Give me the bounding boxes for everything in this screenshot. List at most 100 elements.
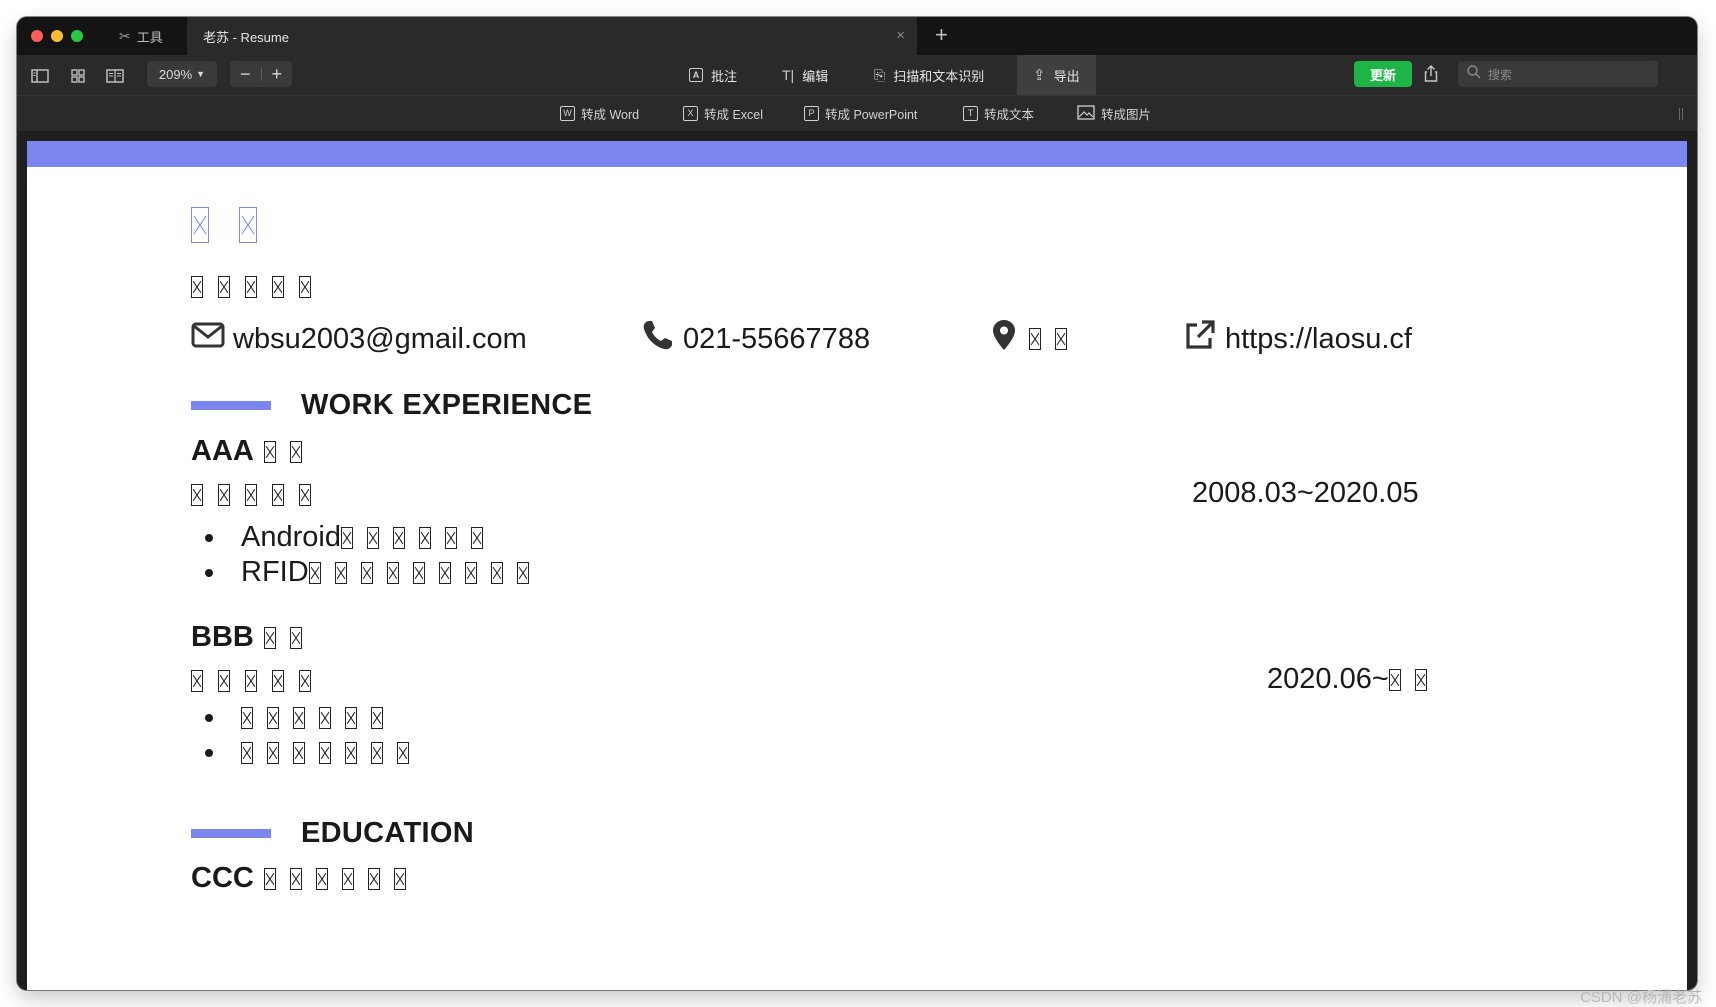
glyph: [1029, 328, 1041, 350]
text-icon: T: [963, 106, 978, 121]
glyph: [267, 707, 279, 729]
company-name: AAA: [191, 435, 254, 467]
glyph: [245, 276, 257, 298]
glyph: [367, 867, 380, 890]
glyph: [334, 561, 347, 584]
glyph: [1055, 328, 1067, 350]
job-bullet: [205, 742, 409, 764]
glyph: [293, 742, 305, 764]
glyph: [464, 561, 477, 584]
tools-icon: ✂: [119, 27, 131, 44]
zoom-in-button[interactable]: +: [262, 61, 293, 87]
convert-word-button[interactable]: W 转成 Word: [560, 96, 639, 131]
convert-word-label: 转成 Word: [581, 108, 640, 122]
search-icon: [1466, 64, 1482, 85]
maximize-window-button[interactable]: [71, 30, 83, 42]
company-name: BBB: [191, 621, 254, 653]
glyph: [245, 670, 257, 692]
contact-email: wbsu2003@gmail.com: [191, 319, 527, 359]
education-title: EDUCATION: [301, 817, 474, 849]
glyph: [1414, 668, 1427, 691]
name-glyph: [239, 207, 257, 243]
glyph: [345, 742, 357, 764]
glyph: [315, 867, 328, 890]
work-experience-heading: WORK EXPERIENCE: [191, 389, 592, 422]
glyph: [412, 561, 425, 584]
document-scan-icon: ⎘: [874, 66, 886, 83]
main-toolbar: 209% ▼ − + A 批注 T| 编辑 ⎘ 扫描和文本识别 ⇪ 导出 更新: [17, 55, 1697, 95]
envelope-icon: [191, 318, 225, 360]
edit-button[interactable]: T| 编辑: [782, 55, 828, 95]
update-button[interactable]: 更新: [1354, 61, 1412, 87]
convert-text-button[interactable]: T 转成文本: [963, 96, 1034, 131]
close-tab-icon[interactable]: ×: [896, 27, 905, 45]
toolbar-grip-handle[interactable]: [1679, 108, 1683, 120]
glyph: [299, 484, 311, 506]
glyph: [444, 526, 457, 549]
bullet-dot: [205, 714, 213, 722]
search-placeholder: 搜索: [1488, 67, 1513, 82]
resume-subtitle: [191, 276, 311, 298]
glyph: [319, 707, 331, 729]
update-label: 更新: [1369, 67, 1396, 83]
glyph: [371, 707, 383, 729]
tab-tools[interactable]: ✂ 工具: [119, 17, 163, 55]
job-company: AAA: [191, 435, 302, 468]
zoom-select[interactable]: 209% ▼: [147, 61, 217, 87]
glyph: [289, 867, 302, 890]
tab-document[interactable]: 老苏 - Resume ×: [187, 17, 917, 55]
chevron-down-icon: ▼: [196, 69, 206, 79]
watermark: CSDN @杨浦老苏: [1580, 989, 1702, 1006]
zoom-out-button[interactable]: −: [230, 61, 261, 87]
bullet-dot: [205, 568, 213, 577]
job-bullet: Android: [205, 521, 483, 554]
glyph: [319, 742, 331, 764]
minimize-window-button[interactable]: [51, 30, 63, 42]
convert-image-button[interactable]: 转成图片: [1077, 96, 1151, 131]
website-link[interactable]: https://laosu.cf: [1225, 323, 1412, 356]
thumbnail-grid-icon[interactable]: [67, 65, 89, 87]
export-button[interactable]: ⇪ 导出: [1017, 55, 1096, 95]
zoom-value: 209%: [158, 66, 193, 82]
contact-phone: 021-55667788: [641, 319, 870, 359]
sidebar-toggle-icon[interactable]: [29, 65, 51, 87]
work-experience-title: WORK EXPERIENCE: [301, 389, 593, 421]
close-window-button[interactable]: [31, 30, 43, 42]
share-icon[interactable]: [1421, 64, 1441, 84]
glyph: [386, 561, 399, 584]
glyph: [289, 626, 302, 649]
search-input[interactable]: 搜索: [1458, 61, 1658, 87]
resume-page: wbsu2003@gmail.com 021-55667788 https://…: [27, 141, 1687, 990]
convert-excel-label: 转成 Excel: [704, 108, 764, 122]
glyph: [392, 526, 405, 549]
glyph: [360, 561, 373, 584]
powerpoint-icon: P: [804, 106, 819, 121]
text-cursor-icon: T|: [782, 67, 795, 83]
new-tab-icon[interactable]: +: [935, 23, 948, 47]
job-dates: 2020.06~: [1267, 663, 1427, 696]
scan-ocr-button[interactable]: ⎘ 扫描和文本识别: [874, 55, 984, 95]
document-view[interactable]: wbsu2003@gmail.com 021-55667788 https://…: [17, 131, 1697, 990]
glyph: [272, 276, 284, 298]
location-pin-icon: [987, 318, 1021, 360]
phone-icon: [641, 318, 675, 360]
reading-mode-icon[interactable]: [104, 65, 126, 87]
bullet-dot: [205, 749, 213, 757]
convert-excel-button[interactable]: X 转成 Excel: [683, 96, 763, 131]
job-dates-text: 2008.03~2020.05: [1192, 477, 1419, 509]
excel-icon: X: [683, 106, 698, 121]
glyph: [393, 867, 406, 890]
convert-toolbar: W 转成 Word X 转成 Excel P 转成 PowerPoint T 转…: [17, 95, 1697, 132]
bullet-dot: [205, 533, 213, 542]
glyph: [218, 670, 230, 692]
convert-powerpoint-button[interactable]: P 转成 PowerPoint: [804, 96, 917, 131]
word-icon: W: [560, 106, 575, 121]
glyph: [293, 707, 305, 729]
contact-website: https://laosu.cf: [1183, 319, 1412, 359]
annotate-label: 批注: [711, 68, 738, 84]
glyph: [241, 742, 253, 764]
job-bullet: RFID: [205, 556, 529, 589]
convert-text-label: 转成文本: [984, 108, 1035, 122]
annotate-button[interactable]: A 批注: [689, 55, 737, 95]
job-company: BBB: [191, 621, 302, 654]
